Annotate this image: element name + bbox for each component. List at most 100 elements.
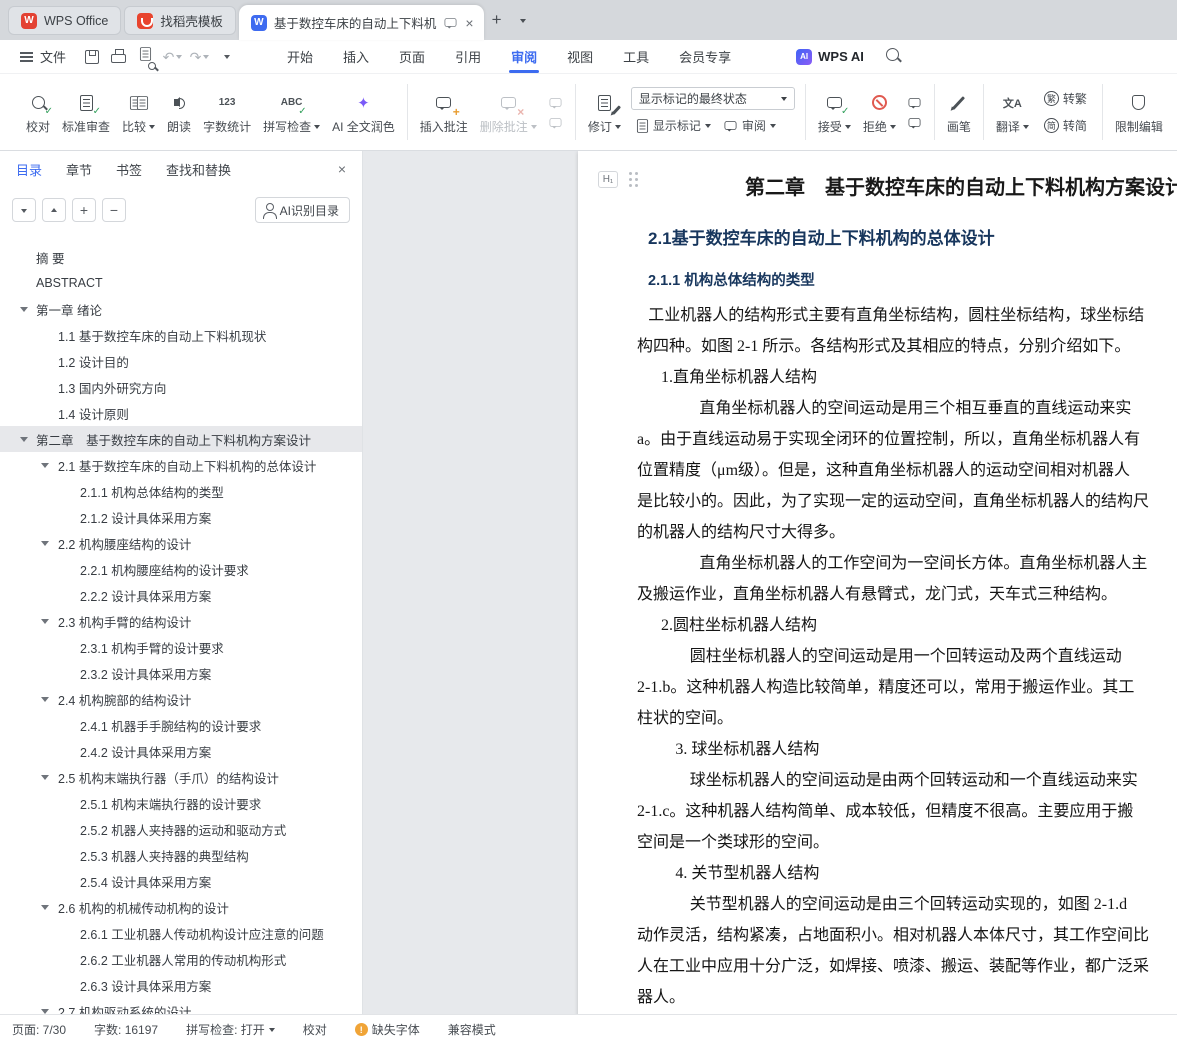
word-count-indicator[interactable]: 字数: 16197: [94, 1021, 158, 1038]
menu-item-member[interactable]: 会员专享: [664, 40, 746, 73]
toc-item[interactable]: 2.5.2 机器人夹持器的运动和驱动方式: [0, 816, 362, 842]
toc-item[interactable]: 1.3 国内外研究方向: [0, 374, 362, 400]
collapse-arrow-icon[interactable]: [41, 905, 49, 914]
compare-button[interactable]: 比较: [116, 88, 161, 137]
drag-handle-icon[interactable]: [629, 172, 632, 175]
toc-item[interactable]: 2.4 机构腕部的结构设计: [0, 686, 362, 712]
spell-check-status[interactable]: 拼写检查: 打开: [186, 1021, 275, 1038]
proofread-button[interactable]: 校对: [20, 88, 56, 137]
doc-text-line[interactable]: 是比较小的。因此，为了实现一定的运动空间，直角坐标机器人的结构尺: [637, 486, 1177, 517]
doc-text-line[interactable]: 动作灵活，结构紧凑，占地面积小。相对机器人本体尺寸，其工作空间比: [637, 920, 1177, 951]
toc-item[interactable]: 2.5.3 机器人夹持器的典型结构: [0, 842, 362, 868]
collapse-arrow-icon[interactable]: [41, 619, 49, 628]
new-tab-button[interactable]: [484, 6, 510, 34]
toc-collapse-button[interactable]: [12, 198, 36, 222]
toc-item[interactable]: 2.6 机构的机械传动机构的设计: [0, 894, 362, 920]
doc-text-line[interactable]: 3. 球坐标机器人结构: [637, 734, 1177, 765]
toc-item[interactable]: 2.1.1 机构总体结构的类型: [0, 478, 362, 504]
search-button[interactable]: [885, 47, 899, 66]
close-sidebar-button[interactable]: [338, 162, 346, 176]
to-simplified-button[interactable]: 简 转简: [1039, 114, 1092, 137]
sidebar-tab-find-replace[interactable]: 查找和替换: [166, 160, 231, 179]
doc-text-line[interactable]: 2-1.b。这种机器人构造比较简单，精度还可以，常用于搬运作业。其工: [637, 672, 1177, 703]
toc-item[interactable]: 2.5.4 设计具体采用方案: [0, 868, 362, 894]
toc-item[interactable]: 2.6.1 工业机器人传动机构设计应注意的问题: [0, 920, 362, 946]
previous-comment-button[interactable]: [546, 96, 566, 109]
toc-item[interactable]: 2.6.2 工业机器人常用的传动机构形式: [0, 946, 362, 972]
delete-comment-button[interactable]: 删除批注: [474, 88, 543, 137]
doc-text-line[interactable]: 及搬运作业，直角坐标机器人有悬臂式，龙门式，天车式三种结构。: [637, 579, 1177, 610]
close-tab-button[interactable]: [465, 16, 473, 30]
page-indicator[interactable]: 页面: 7/30: [12, 1021, 66, 1038]
menu-item-home[interactable]: 开始: [272, 40, 328, 73]
doc-text-line[interactable]: 的机器人的结构尺寸大得多。: [637, 517, 1177, 548]
show-markup-button[interactable]: 显示标记: [631, 114, 716, 137]
collapse-arrow-icon[interactable]: [41, 697, 49, 706]
reject-change-button[interactable]: 拒绝: [857, 88, 902, 137]
ai-recognize-toc-button[interactable]: AI识别目录: [254, 197, 350, 223]
collapse-arrow-icon[interactable]: [20, 307, 28, 316]
tab-list-dropdown[interactable]: [510, 6, 536, 34]
collapse-arrow-icon[interactable]: [41, 463, 49, 472]
menu-item-review[interactable]: 审阅: [496, 40, 552, 73]
menu-item-reference[interactable]: 引用: [440, 40, 496, 73]
toc-item[interactable]: 2.3 机构手臂的结构设计: [0, 608, 362, 634]
accept-change-button[interactable]: 接受: [812, 88, 857, 137]
doc-text-line[interactable]: 关节型机器人结构，有水平关节型、垂直关节型两种。: [637, 1013, 1177, 1014]
doc-text-line[interactable]: 工业机器人的结构形式主要有直角坐标结构，圆柱坐标结构，球坐标结: [637, 300, 1177, 331]
toc-item[interactable]: 1.1 基于数控车床的自动上下料机现状: [0, 322, 362, 348]
restrict-editing-button[interactable]: 限制编辑: [1109, 88, 1169, 137]
collapse-arrow-icon[interactable]: [41, 1009, 49, 1014]
standard-review-button[interactable]: 标准审查: [56, 88, 116, 137]
doc-text-line[interactable]: 1.直角坐标机器人结构: [637, 362, 1177, 393]
toc-item[interactable]: 2.1 基于数控车床的自动上下料机构的总体设计: [0, 452, 362, 478]
print-preview-button[interactable]: [132, 44, 159, 70]
doc-text-line[interactable]: 直角坐标机器人的工作空间为一空间长方体。直角坐标机器人主: [637, 548, 1177, 579]
doc-text-line[interactable]: 位置精度（μm级）。但是，这种直角坐标机器人的运动空间相对机器人: [637, 455, 1177, 486]
sidebar-tab-bookmarks[interactable]: 书签: [116, 160, 142, 179]
toc-item[interactable]: 摘 要: [0, 244, 362, 270]
doc-text-line[interactable]: a。由于直线运动易于实现全闭环的位置控制，所以，直角坐标机器人有: [637, 424, 1177, 455]
toc-item[interactable]: 2.4.1 机器手手腕结构的设计要求: [0, 712, 362, 738]
ink-brush-button[interactable]: 画笔: [941, 88, 977, 137]
doc-text-line[interactable]: 球坐标机器人的空间运动是由两个回转运动和一个直线运动来实: [637, 765, 1177, 796]
customize-toolbar-button[interactable]: [213, 44, 240, 70]
previous-change-button[interactable]: [905, 96, 925, 109]
proofread-status[interactable]: 校对: [303, 1021, 327, 1038]
doc-text-line[interactable]: 直角坐标机器人的空间运动是用三个相互垂直的直线运动来实: [637, 393, 1177, 424]
spell-check-button[interactable]: ABC 拼写检查: [257, 88, 326, 137]
doc-text-line[interactable]: 空间是一个类球形的空间。: [637, 827, 1177, 858]
toc-zoom-out-button[interactable]: [102, 198, 126, 222]
section-heading[interactable]: 2.1基于数控车床的自动上下料机构的总体设计: [648, 224, 1177, 249]
tab-docer-templates[interactable]: 找稻壳模板: [124, 6, 236, 35]
doc-text-line[interactable]: 器人。: [637, 982, 1177, 1013]
word-count-button[interactable]: 123 字数统计: [197, 88, 257, 137]
collapse-arrow-icon[interactable]: [20, 437, 28, 446]
wps-ai-button[interactable]: AI WPS AI: [796, 48, 864, 65]
sidebar-tab-toc[interactable]: 目录: [16, 160, 42, 179]
doc-text-line[interactable]: 关节型机器人的空间运动是由三个回转运动实现的，如图 2-1.d: [637, 889, 1177, 920]
menu-item-tools[interactable]: 工具: [608, 40, 664, 73]
doc-text-line[interactable]: 构四种。如图 2-1 所示。各结构形式及其相应的特点，分别介绍如下。: [637, 331, 1177, 362]
save-button[interactable]: [78, 44, 105, 70]
tab-wps-office[interactable]: W WPS Office: [8, 6, 122, 35]
toc-item[interactable]: 第一章 绪论: [0, 296, 362, 322]
tab-current-document[interactable]: W 基于数控车床的自动上下料机: [238, 5, 484, 40]
toc-item[interactable]: ABSTRACT: [0, 270, 362, 296]
toc-zoom-in-button[interactable]: [72, 198, 96, 222]
toc-item[interactable]: 2.2.1 机构腰座结构的设计要求: [0, 556, 362, 582]
menu-item-page[interactable]: 页面: [384, 40, 440, 73]
toc-item[interactable]: 1.4 设计原则: [0, 400, 362, 426]
menu-item-insert[interactable]: 插入: [328, 40, 384, 73]
file-menu[interactable]: 文件: [12, 40, 74, 73]
undo-button[interactable]: ↶: [159, 44, 186, 70]
collapse-arrow-icon[interactable]: [41, 775, 49, 784]
doc-text-line[interactable]: 人在工业中应用十分广泛，如焊接、喷漆、搬运、装配等作业，都广泛采: [637, 951, 1177, 982]
markup-state-select[interactable]: 显示标记的最终状态: [630, 87, 795, 110]
doc-text-line[interactable]: 2-1.c。这种机器人结构简单、成本较低，但精度不很高。主要应用于搬: [637, 796, 1177, 827]
sidebar-tab-chapters[interactable]: 章节: [66, 160, 92, 179]
redo-button[interactable]: ↷: [186, 44, 213, 70]
insert-comment-button[interactable]: 插入批注: [414, 88, 474, 137]
ai-polish-button[interactable]: ✦ AI 全文润色: [326, 88, 401, 137]
toc-item[interactable]: 2.2.2 设计具体采用方案: [0, 582, 362, 608]
